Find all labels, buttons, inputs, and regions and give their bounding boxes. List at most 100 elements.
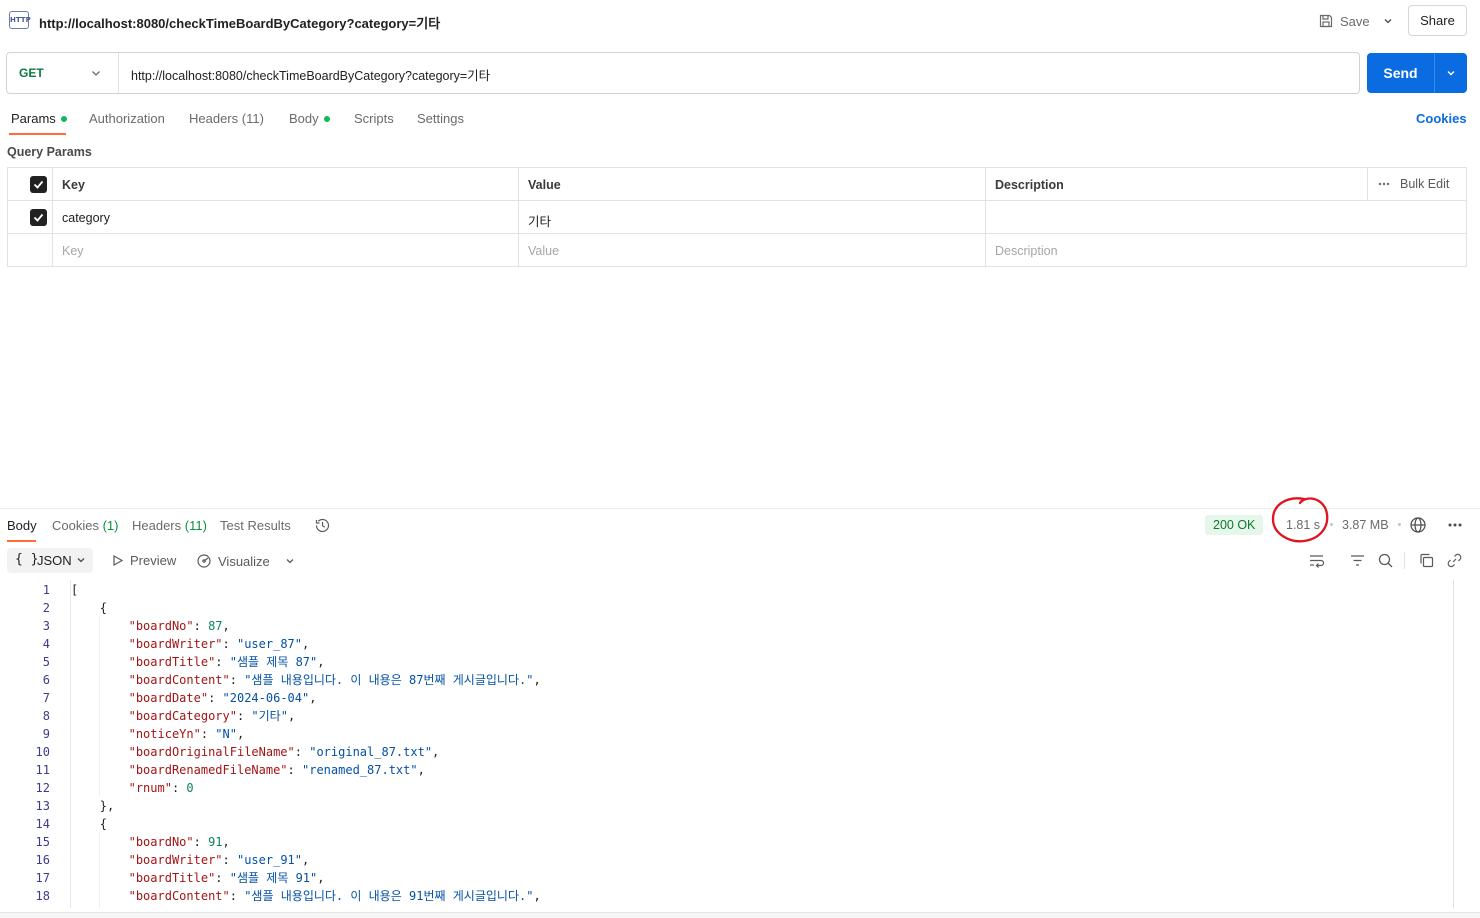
column-header: Value [528, 178, 561, 192]
param-description-cell[interactable] [986, 201, 1466, 233]
line-text: "boardDate": "2024-06-04", [128, 691, 317, 705]
response-divider[interactable] [0, 508, 1480, 509]
tab-label: Headers [132, 518, 182, 533]
line-number: 8 [42, 709, 50, 723]
request-tabs: Params Authorization Headers (11) Body S… [0, 108, 1480, 136]
visualize-button[interactable]: Visualize [196, 553, 296, 569]
line-text: "boardNo": 87, [128, 619, 230, 633]
preview-button[interactable]: Preview [111, 553, 176, 568]
line-text: "boardWriter": "user_87", [128, 637, 310, 651]
row-enabled-checkbox[interactable] [30, 209, 47, 226]
tab-headers[interactable]: Headers (11) [189, 111, 264, 126]
send-options-button[interactable] [1434, 53, 1467, 93]
column-header: Key [62, 178, 85, 192]
tab-label: Params [11, 111, 56, 126]
history-icon[interactable] [314, 517, 331, 534]
json-key: "boardCategory" [128, 709, 237, 723]
response-tab-body[interactable]: Body [7, 518, 37, 533]
chevron-down-icon [77, 558, 85, 563]
share-button[interactable]: Share [1408, 5, 1467, 36]
save-options-button[interactable] [1379, 11, 1397, 31]
visualize-label: Visualize [218, 553, 270, 569]
json-string: "original_87.txt" [309, 745, 433, 759]
select-all-cell [8, 168, 53, 200]
request-title[interactable]: http://localhost:8080/checkTimeBoardByCa… [39, 13, 440, 32]
param-key-cell[interactable]: category [53, 201, 519, 233]
globe-icon[interactable] [1409, 516, 1427, 534]
http-file-icon: HTTP [9, 11, 31, 29]
new-value-input[interactable]: Value [519, 234, 986, 266]
json-number: 87 [208, 619, 223, 633]
format-select[interactable]: { } JSON [7, 548, 93, 573]
line-text: "boardOriginalFileName": "original_87.tx… [128, 745, 440, 759]
tab-body[interactable]: Body [289, 111, 330, 126]
copy-icon[interactable] [1418, 552, 1435, 569]
json-braces-icon: { } [15, 552, 39, 567]
tab-settings[interactable]: Settings [417, 111, 464, 126]
tab-label: Authorization [89, 111, 165, 126]
response-tab-test-results[interactable]: Test Results [220, 518, 291, 533]
param-key: category [62, 211, 110, 225]
description-header: Description [986, 168, 1368, 200]
tab-authorization[interactable]: Authorization [89, 111, 165, 126]
code-line: 18 "boardContent": "샘플 내용입니다. 이 내용은 91번째 … [0, 887, 1450, 905]
chevron-down-icon [92, 71, 100, 76]
json-number: 91 [208, 835, 223, 849]
json-string: "샘플 내용입니다. 이 내용은 87번째 게시글입니다." [244, 673, 534, 687]
response-tab-headers[interactable]: Headers (11) [132, 518, 207, 533]
bulk-edit-label: Bulk Edit [1400, 177, 1450, 191]
scrollbar[interactable] [1453, 580, 1454, 908]
tab-label: Body [289, 111, 319, 126]
line-number: 2 [42, 601, 50, 615]
more-options-icon[interactable] [1447, 519, 1463, 531]
visualize-icon [197, 554, 211, 568]
save-button[interactable]: Save [1318, 11, 1370, 31]
wrap-lines-icon[interactable] [1308, 552, 1325, 569]
tab-params[interactable]: Params [11, 111, 67, 126]
chevron-down-icon [1384, 19, 1392, 24]
new-key-input[interactable]: Key [53, 234, 519, 266]
code-line: 15 "boardNo": 91, [0, 833, 1450, 851]
code-line: 4 "boardWriter": "user_87", [0, 635, 1450, 653]
filter-icon[interactable] [1349, 552, 1366, 569]
code-line: 7 "boardDate": "2024-06-04", [0, 689, 1450, 707]
red-circle-annotation [1271, 497, 1329, 543]
key-placeholder: Key [62, 244, 84, 258]
new-description-input[interactable]: Description [986, 234, 1466, 266]
link-icon[interactable] [1446, 552, 1463, 569]
tab-count: (11) [241, 111, 264, 126]
line-text: "boardTitle": "샘플 제목 91", [128, 871, 325, 885]
json-key: "boardWriter" [128, 853, 223, 867]
tab-label: Scripts [354, 111, 394, 126]
tab-scripts[interactable]: Scripts [354, 111, 394, 126]
response-size[interactable]: 3.87 MB [1342, 518, 1389, 532]
line-number: 4 [42, 637, 50, 651]
json-key: "boardContent" [128, 673, 230, 687]
tab-count: (11) [184, 518, 207, 533]
method-select[interactable]: GET [7, 53, 119, 93]
json-key: "noticeYn" [128, 727, 201, 741]
line-text: { [99, 817, 108, 831]
param-value-cell[interactable]: 기타 [519, 201, 986, 233]
line-text: "boardRenamedFileName": "renamed_87.txt"… [128, 763, 425, 777]
checkmark-icon [33, 180, 44, 189]
json-string: "user_87" [236, 637, 302, 651]
json-string: "user_91" [236, 853, 302, 867]
response-body-viewer[interactable]: 1[2{3 "boardNo": 87, 4 "boardWriter": "user… [0, 580, 1455, 908]
json-key: "boardTitle" [128, 655, 216, 669]
send-label: Send [1383, 65, 1418, 81]
send-button[interactable]: Send [1367, 53, 1467, 93]
cookies-link[interactable]: Cookies [1416, 111, 1467, 126]
json-key: "rnum" [128, 781, 172, 795]
chevron-down-icon[interactable] [284, 555, 296, 567]
toolbar-divider [1404, 552, 1405, 569]
select-all-checkbox[interactable] [30, 176, 47, 193]
response-tab-cookies[interactable]: Cookies (1) [52, 518, 118, 533]
status-badge[interactable]: 200 OK [1205, 515, 1264, 535]
active-dot-indicator [323, 115, 330, 122]
line-text: "boardTitle": "샘플 제목 87", [128, 655, 325, 669]
search-icon[interactable] [1377, 552, 1394, 569]
method-label: GET [19, 66, 44, 80]
url-input[interactable]: http://localhost:8080/checkTimeBoardByCa… [131, 65, 490, 84]
bulk-edit-button[interactable]: Bulk Edit [1378, 177, 1449, 191]
